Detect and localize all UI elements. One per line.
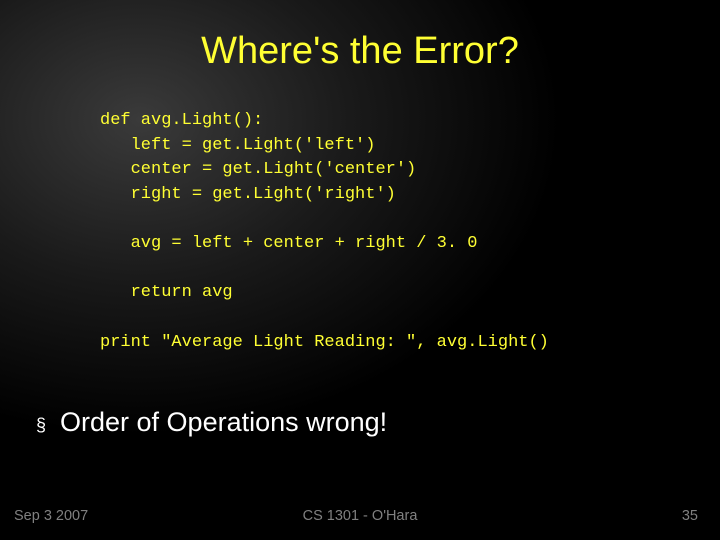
footer-date: Sep 3 2007 [14,508,88,524]
slide: Where's the Error? def avg.Light(): left… [0,0,720,540]
code-line: print "Average Light Reading: ", avg.Lig… [100,333,549,352]
code-line: def avg.Light(): [100,111,263,130]
code-line: avg = left + center + right / 3. 0 [100,234,477,253]
bullet-item: § Order of Operations wrong! [36,407,720,438]
footer-course: CS 1301 - O'Hara [303,508,418,524]
bullet-marker-icon: § [36,413,46,438]
code-block: def avg.Light(): left = get.Light('left'… [100,109,720,355]
bullet-list: § Order of Operations wrong! [36,407,720,438]
code-line: left = get.Light('left') [100,136,375,155]
code-line: right = get.Light('right') [100,185,396,204]
slide-title: Where's the Error? [0,30,720,73]
code-line: return avg [100,283,233,302]
bullet-text: Order of Operations wrong! [60,407,387,438]
footer-pagenum: 35 [682,508,698,524]
code-line: center = get.Light('center') [100,160,416,179]
